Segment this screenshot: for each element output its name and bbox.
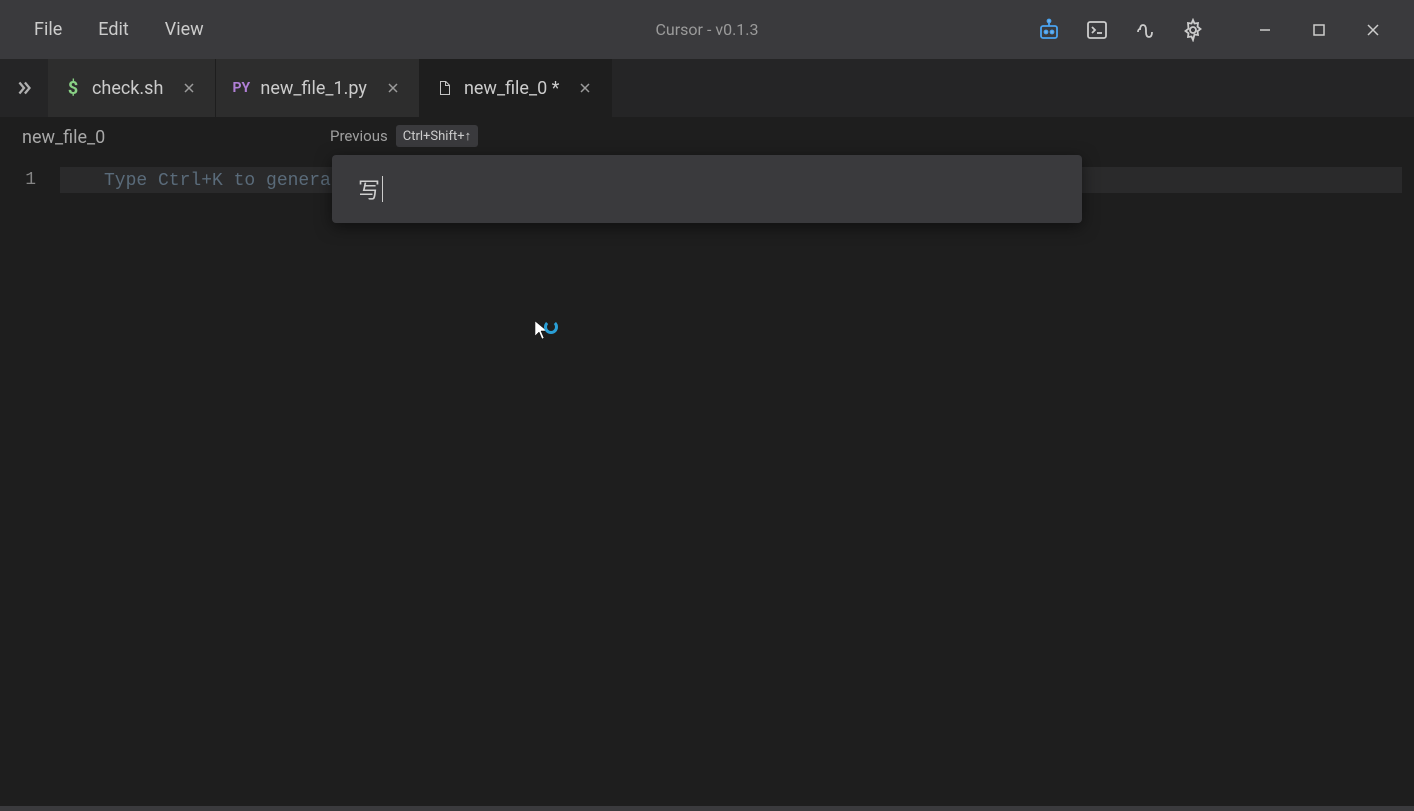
gear-icon[interactable] — [1178, 15, 1208, 45]
file-icon — [436, 79, 454, 97]
shell-file-icon: $ — [64, 79, 82, 97]
ai-prompt-box[interactable]: 写 — [332, 155, 1082, 223]
statusbar — [0, 806, 1414, 811]
tab-new-file-0[interactable]: new_file_0 * — [420, 59, 612, 117]
prompt-previous-label[interactable]: Previous — [330, 127, 388, 145]
menu-edit[interactable]: Edit — [88, 13, 138, 46]
menu-view[interactable]: View — [155, 13, 214, 46]
wave-icon[interactable] — [1130, 15, 1160, 45]
maximize-button[interactable] — [1296, 10, 1342, 50]
line-gutter: 1 — [0, 157, 60, 193]
titlebar: File Edit View Cursor - v0.1.3 — [0, 0, 1414, 59]
close-icon[interactable] — [383, 78, 403, 98]
breadcrumb-bar: new_file_0 Previous Ctrl+Shift+↑ — [0, 117, 1414, 157]
terminal-icon[interactable] — [1082, 15, 1112, 45]
close-icon[interactable] — [179, 78, 199, 98]
editor-placeholder: Type Ctrl+K to generat — [104, 171, 342, 191]
editor[interactable]: 1 Type Ctrl+K to generat — [0, 157, 1414, 806]
text-cursor — [382, 176, 383, 202]
prompt-nav-header: Previous Ctrl+Shift+↑ — [330, 125, 478, 147]
tabs-bar: $ check.sh PY new_file_1.py new_file_0 * — [0, 59, 1414, 117]
tab-label: new_file_1.py — [260, 78, 367, 99]
tab-new-file-1-py[interactable]: PY new_file_1.py — [216, 59, 420, 117]
menu-file[interactable]: File — [24, 13, 72, 46]
tab-label: check.sh — [92, 78, 163, 99]
close-button[interactable] — [1350, 10, 1396, 50]
menu-bar: File Edit View — [10, 13, 214, 46]
minimize-button[interactable] — [1242, 10, 1288, 50]
tabs-expand-button[interactable] — [0, 59, 48, 117]
prompt-input-value: 写 — [358, 173, 380, 205]
prompt-shortcut-badge: Ctrl+Shift+↑ — [396, 125, 478, 147]
ai-prompt-input[interactable]: 写 — [358, 173, 383, 205]
tab-label: new_file_0 * — [464, 78, 559, 99]
python-file-icon: PY — [232, 79, 250, 97]
tab-check-sh[interactable]: $ check.sh — [48, 59, 216, 117]
titlebar-actions — [1034, 10, 1404, 50]
line-number: 1 — [0, 167, 60, 193]
window-controls — [1242, 10, 1396, 50]
ai-robot-icon[interactable] — [1034, 15, 1064, 45]
close-icon[interactable] — [575, 78, 595, 98]
breadcrumb[interactable]: new_file_0 — [22, 127, 105, 148]
window-title: Cursor - v0.1.3 — [656, 20, 759, 39]
